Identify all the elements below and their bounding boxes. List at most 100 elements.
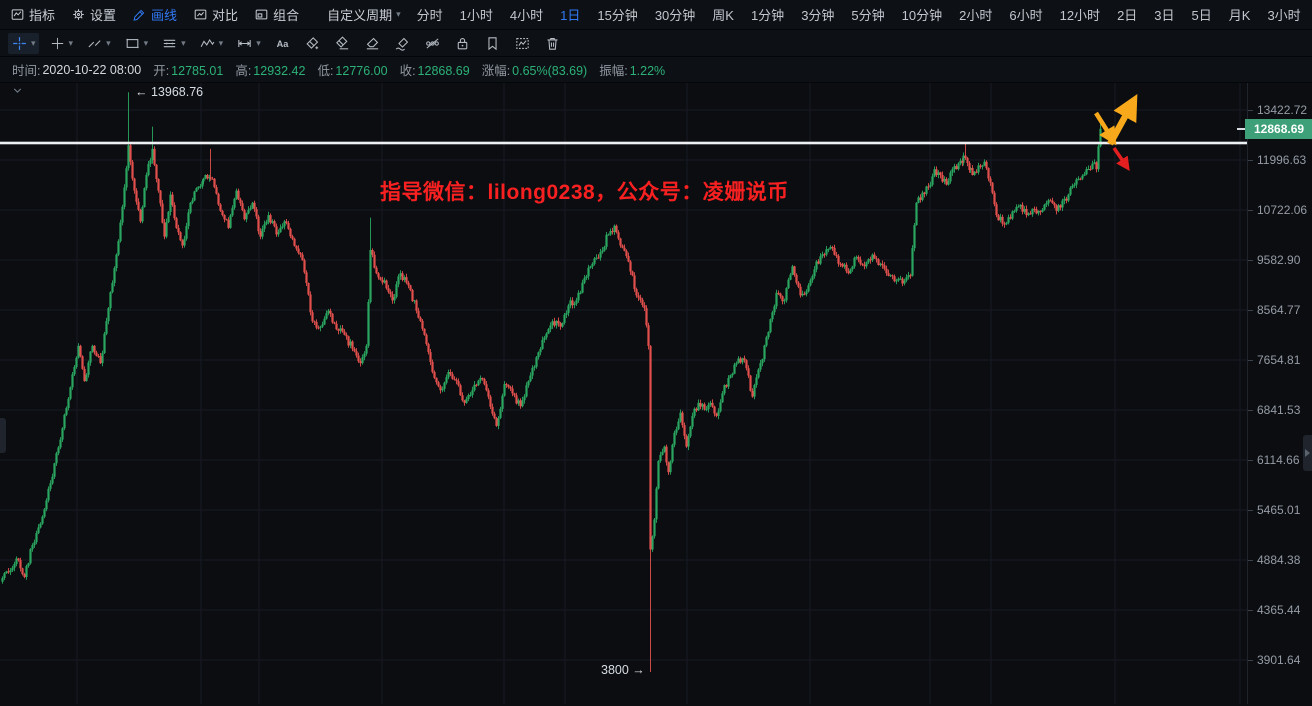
timeframe-button[interactable]: 10分钟 (902, 5, 942, 24)
layout-button[interactable]: 组合 (254, 5, 299, 24)
ohlc-field: 低:12776.00 (317, 60, 387, 79)
watermark-text: 指导微信：lilong0238，公众号：凌姗说币 (380, 176, 789, 206)
i-ind-glyph (10, 7, 25, 22)
axis-price-label: 9582.90 (1248, 253, 1312, 267)
i-gear-glyph (71, 7, 86, 22)
timeframe-button[interactable]: 周K (712, 5, 734, 24)
axis-price-label: 11996.63 (1248, 153, 1312, 167)
text-tool-icon[interactable] (271, 33, 294, 54)
chevron-down-icon[interactable]: ▾ (181, 39, 186, 48)
axis-price-label: 5465.01 (1248, 503, 1312, 517)
parallel-channel-tool-icon[interactable]: ▾ (158, 33, 189, 54)
axis-price-label: 6841.53 (1248, 403, 1312, 417)
i-magnet-glyph (424, 35, 441, 52)
top-toolbar: 指标设置画线对比组合 自定义周期 ▾ 分时 1小时 4小时 1日 15分钟 30分钟周K 1… (0, 0, 1312, 30)
eraser-tool-icon[interactable] (361, 33, 384, 54)
indicator-button[interactable]: 指标 (10, 5, 55, 24)
axis-price-label: 13422.72 (1248, 103, 1312, 117)
timeframe-button[interactable]: 30分钟 (655, 5, 695, 24)
timeframe-button[interactable]: 月K (1229, 5, 1251, 24)
rectangle-tool-icon[interactable]: ▾ (121, 33, 152, 54)
i-cmp-glyph (193, 7, 208, 22)
i-erase2-glyph (334, 35, 351, 52)
timeframe-button[interactable]: 2日 (1117, 5, 1137, 24)
ohlc-info-bar: 时间: 2020-10-22 08:00 开:12785.01高:12932.4… (0, 57, 1312, 83)
axis-price-label: 7654.81 (1248, 353, 1312, 367)
ohlc-field: 涨幅:0.65%(83.69) (482, 60, 588, 79)
chevron-down-icon[interactable]: ▾ (256, 39, 261, 48)
axis-price-label: 4884.38 (1248, 553, 1312, 567)
snapshot-tool-icon[interactable] (511, 33, 534, 54)
timeframe-button[interactable]: 1小时 (460, 5, 493, 24)
timeframe-button[interactable]: 3分钟 (801, 5, 834, 24)
custom-period-dropdown[interactable]: 自定义周期 ▾ (327, 5, 401, 24)
i-cross1-glyph (11, 35, 28, 52)
settings-button[interactable]: 设置 (71, 5, 116, 24)
axis-price-label: 3901.64 (1248, 653, 1312, 667)
axis-price-label: 8564.77 (1248, 303, 1312, 317)
time-label: 时间: (12, 60, 40, 79)
timeframe-button[interactable]: 4小时 (510, 5, 543, 24)
chevron-down-icon[interactable] (10, 84, 25, 102)
i-pencil-glyph (132, 7, 147, 22)
chevron-down-icon[interactable]: ▾ (31, 39, 36, 48)
cross-pointer-tool-icon[interactable]: ▾ (46, 33, 77, 54)
i-erasem-glyph (304, 35, 321, 52)
crosshair-tool-icon[interactable]: ▾ (8, 33, 39, 54)
pen-tool-icon[interactable] (391, 33, 414, 54)
eraser-stack-tool-icon[interactable] (331, 33, 354, 54)
wave-pattern-tool-icon[interactable]: ▾ (196, 33, 227, 54)
timeframe-button[interactable]: 分时 (417, 5, 443, 24)
timeframe-button[interactable]: 12小时 (1060, 5, 1100, 24)
price-axis[interactable]: 13422.72 11996.63 10722.06 9582.90 8564.77 76… (1247, 83, 1312, 704)
ohlc-fields: 开:12785.01高:12932.42低:12776.00收:12868.69… (141, 60, 665, 79)
chevron-down-icon[interactable]: ▾ (144, 39, 149, 48)
low-price-annotation: 3800 → (601, 663, 645, 677)
trash-tool-icon[interactable] (541, 33, 564, 54)
timeframe-button[interactable]: 1分钟 (751, 5, 784, 24)
axis-price-label: 10722.06 (1248, 203, 1312, 217)
trendline-tool-icon[interactable]: ▾ (83, 33, 114, 54)
axis-price-label: 4365.44 (1248, 603, 1312, 617)
i-lock-glyph (454, 35, 471, 52)
timeframe-button[interactable]: 5日 (1192, 5, 1212, 24)
i-rect-glyph (124, 35, 141, 52)
peak-price-annotation: ← 13968.76 (135, 85, 203, 99)
ohlc-field: 振幅:1.22% (599, 60, 665, 79)
timeframe-button[interactable]: 6小时 (1009, 5, 1042, 24)
timeframe-button[interactable]: 2小时 (959, 5, 992, 24)
bookmark-tool-icon[interactable] (481, 33, 504, 54)
chart-menu-group: 指标设置画线对比组合 (10, 5, 315, 24)
draw-line-button[interactable]: 画线 (132, 5, 177, 24)
lock-tool-icon[interactable] (451, 33, 474, 54)
chevron-down-icon[interactable]: ▾ (69, 39, 74, 48)
magnet-tool-icon[interactable] (421, 33, 444, 54)
i-meas-glyph (236, 35, 253, 52)
timeframe-button[interactable]: 5分钟 (851, 5, 884, 24)
left-panel-handle[interactable] (0, 418, 6, 453)
magic-eraser-tool-icon[interactable] (301, 33, 324, 54)
timeframe-button[interactable]: 15分钟 (597, 5, 637, 24)
chevron-down-icon[interactable]: ▾ (219, 39, 224, 48)
i-snap-glyph (514, 35, 531, 52)
trading-terminal: 指标设置画线对比组合 自定义周期 ▾ 分时 1小时 4小时 1日 15分钟 30分钟周K 1… (0, 0, 1312, 706)
i-pen-glyph (394, 35, 411, 52)
chevron-down-icon[interactable]: ▾ (106, 39, 111, 48)
right-panel-handle[interactable] (1303, 435, 1312, 471)
timeframe-button[interactable]: 3日 (1154, 5, 1174, 24)
i-trend-glyph (86, 35, 103, 52)
i-text-glyph (274, 35, 291, 52)
i-wave-glyph (199, 35, 216, 52)
current-price-badge: 12868.69 (1245, 119, 1312, 139)
compare-button[interactable]: 对比 (193, 5, 238, 24)
i-cross2-glyph (49, 35, 66, 52)
timeframe-button[interactable]: 3小时 (1267, 5, 1300, 24)
chart-area[interactable]: ← 13968.76 3800 → 指导微信：lilong0238，公众号：凌姗… (0, 83, 1312, 704)
timeframe-button[interactable]: 1日 (560, 5, 580, 24)
i-erase1-glyph (364, 35, 381, 52)
time-value: 2020-10-22 08:00 (42, 63, 141, 77)
measure-tool-icon[interactable]: ▾ (233, 33, 264, 54)
ohlc-field: 开:12785.01 (153, 60, 223, 79)
i-layout-glyph (254, 7, 269, 22)
arrow-right-icon (1305, 449, 1310, 457)
